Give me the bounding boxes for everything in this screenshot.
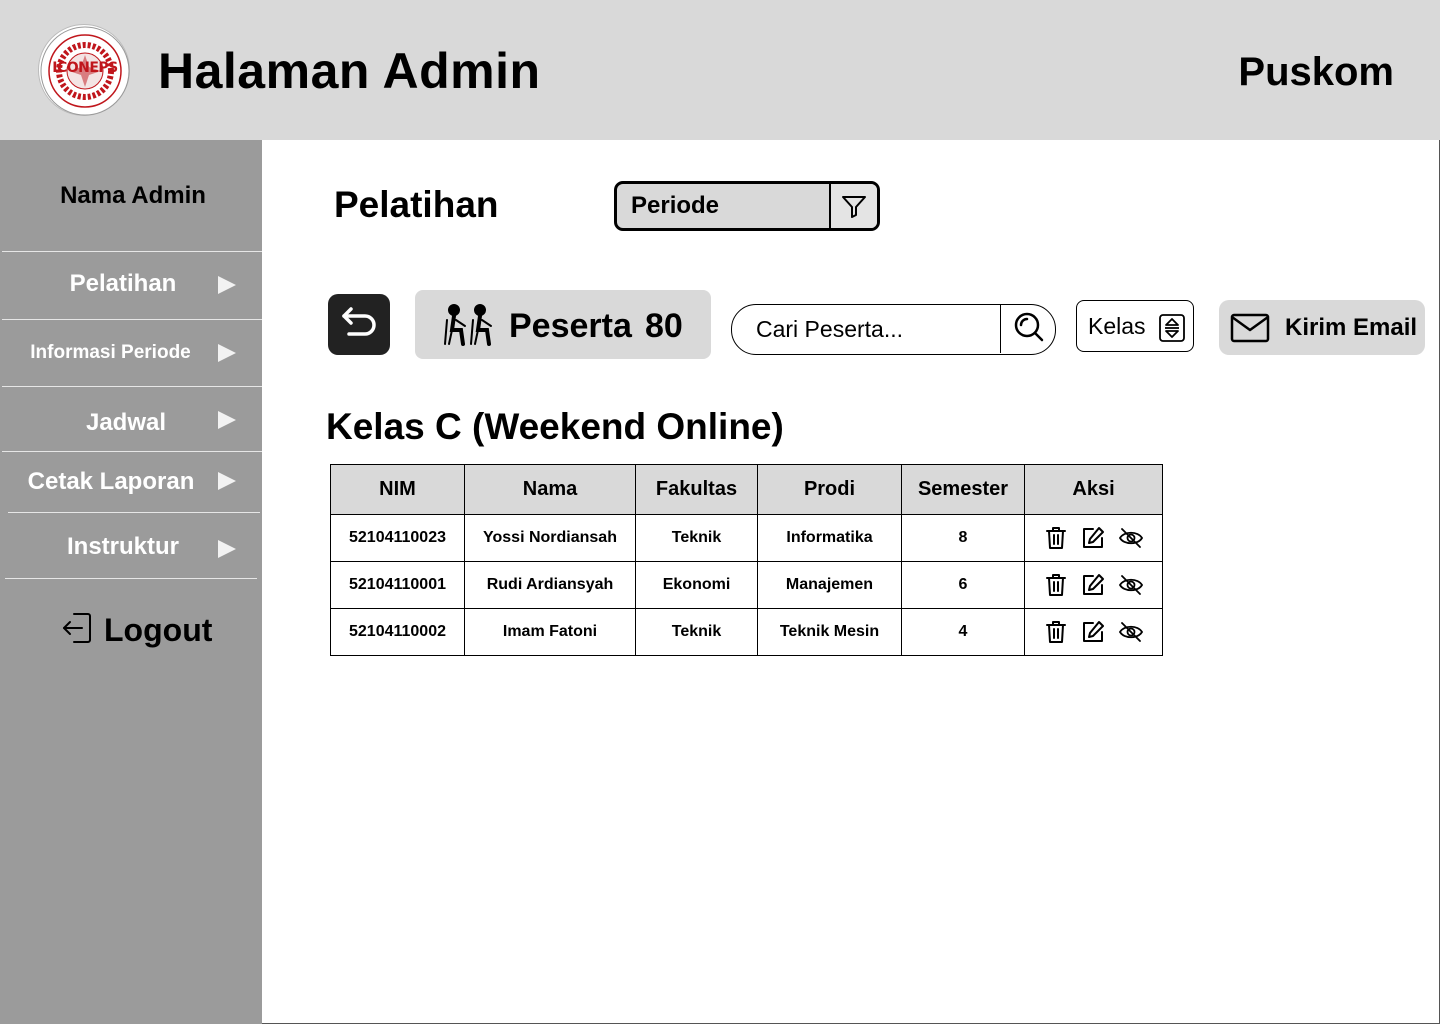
search-icon bbox=[1012, 310, 1046, 349]
back-button[interactable] bbox=[328, 294, 390, 355]
search-button[interactable] bbox=[1000, 305, 1055, 353]
header: ICONEPS Halaman Admin Puskom bbox=[0, 0, 1440, 140]
filter-icon[interactable] bbox=[829, 184, 877, 228]
participant-count-badge: Peserta 80 bbox=[415, 290, 711, 359]
column-header: Aksi bbox=[1024, 464, 1163, 515]
sort-icon bbox=[1159, 314, 1185, 347]
logo-wordmark: ICONEPS bbox=[52, 60, 118, 76]
participant-label: Peserta bbox=[509, 307, 632, 345]
cell-nama: Yossi Nordiansah bbox=[464, 514, 636, 562]
trash-icon[interactable] bbox=[1045, 526, 1067, 550]
table-row: 52104110001 Rudi Ardiansyah Ekonomi Mana… bbox=[330, 561, 1163, 609]
logout-label: Logout bbox=[104, 612, 213, 648]
edit-icon[interactable] bbox=[1081, 526, 1105, 550]
table-row: 52104110002 Imam Fatoni Teknik Teknik Me… bbox=[330, 608, 1163, 656]
participants-table: NIM Nama Fakultas Prodi Semester Aksi 52… bbox=[330, 464, 1163, 656]
page-title: Pelatihan bbox=[334, 184, 499, 225]
trash-icon[interactable] bbox=[1045, 573, 1067, 597]
sidebar-item-jadwal[interactable]: Jadwal bbox=[0, 387, 262, 451]
cell-semester: 8 bbox=[901, 514, 1025, 562]
cell-nama: Rudi Ardiansyah bbox=[464, 561, 636, 609]
org-name: Puskom bbox=[1238, 50, 1394, 94]
triangle-right-icon bbox=[218, 276, 236, 294]
eye-off-icon[interactable] bbox=[1118, 574, 1143, 596]
edit-icon[interactable] bbox=[1081, 620, 1105, 644]
triangle-right-icon bbox=[218, 344, 236, 362]
class-select-value: Kelas bbox=[1088, 313, 1146, 339]
sidebar-item-label: Cetak Laporan bbox=[27, 468, 195, 495]
cell-semester: 4 bbox=[901, 608, 1025, 656]
sidebar-item-label: Pelatihan bbox=[69, 270, 177, 297]
cell-actions bbox=[1024, 561, 1163, 609]
sidebar-item-cetak-laporan[interactable]: Cetak Laporan bbox=[0, 452, 262, 512]
sidebar-item-label: Jadwal bbox=[85, 409, 167, 436]
app-title: Halaman Admin bbox=[158, 43, 541, 99]
triangle-right-icon bbox=[218, 472, 236, 490]
sidebar: Nama Admin Pelatihan Informasi Periode J… bbox=[0, 140, 262, 1024]
cell-fakultas: Ekonomi bbox=[635, 561, 758, 609]
eye-off-icon[interactable] bbox=[1118, 621, 1143, 643]
eye-off-icon[interactable] bbox=[1118, 527, 1143, 549]
back-arrow-icon bbox=[339, 305, 379, 344]
column-header: NIM bbox=[330, 464, 465, 515]
admin-name: Nama Admin bbox=[60, 182, 206, 209]
cell-actions bbox=[1024, 514, 1163, 562]
cell-semester: 6 bbox=[901, 561, 1025, 609]
sidebar-item-pelatihan[interactable]: Pelatihan bbox=[0, 252, 262, 318]
mail-icon bbox=[1230, 313, 1270, 348]
cell-prodi: Teknik Mesin bbox=[757, 608, 902, 656]
iconeps-logo: ICONEPS bbox=[38, 24, 130, 116]
class-select[interactable]: Kelas bbox=[1076, 300, 1194, 352]
edit-icon[interactable] bbox=[1081, 573, 1105, 597]
cell-nim: 52104110023 bbox=[330, 514, 465, 562]
sidebar-divider bbox=[5, 578, 257, 579]
search-input[interactable] bbox=[732, 305, 1000, 353]
participants-icon bbox=[439, 304, 495, 351]
column-header: Nama bbox=[464, 464, 636, 515]
triangle-right-icon bbox=[218, 411, 236, 429]
period-select-value: Periode bbox=[631, 192, 720, 219]
sidebar-item-label: Informasi Periode bbox=[30, 342, 191, 363]
cell-prodi: Manajemen bbox=[757, 561, 902, 609]
table-header-row: NIM Nama Fakultas Prodi Semester Aksi bbox=[330, 464, 1163, 515]
participant-search bbox=[731, 304, 1056, 355]
period-select[interactable]: Periode bbox=[614, 181, 880, 231]
cell-prodi: Informatika bbox=[757, 514, 902, 562]
triangle-right-icon bbox=[218, 540, 236, 558]
cell-nim: 52104110002 bbox=[330, 608, 465, 656]
sidebar-item-label: Instruktur bbox=[66, 533, 179, 560]
send-email-button[interactable]: Kirim Email bbox=[1219, 300, 1425, 355]
sidebar-item-informasi-periode[interactable]: Informasi Periode bbox=[0, 320, 262, 386]
column-header: Fakultas bbox=[635, 464, 758, 515]
table-row: 52104110023 Yossi Nordiansah Teknik Info… bbox=[330, 514, 1163, 562]
cell-fakultas: Teknik bbox=[635, 514, 758, 562]
cell-nama: Imam Fatoni bbox=[464, 608, 636, 656]
logout-button[interactable]: Logout bbox=[60, 610, 212, 651]
cell-fakultas: Teknik bbox=[635, 608, 758, 656]
send-email-label: Kirim Email bbox=[1285, 314, 1418, 341]
participant-count: 80 bbox=[645, 307, 683, 345]
class-title: Kelas C (Weekend Online) bbox=[326, 406, 784, 447]
cell-actions bbox=[1024, 608, 1163, 656]
trash-icon[interactable] bbox=[1045, 620, 1067, 644]
cell-nim: 52104110001 bbox=[330, 561, 465, 609]
sidebar-item-instruktur[interactable]: Instruktur bbox=[0, 513, 262, 577]
logout-icon bbox=[60, 610, 94, 651]
column-header: Prodi bbox=[757, 464, 902, 515]
column-header: Semester bbox=[901, 464, 1025, 515]
